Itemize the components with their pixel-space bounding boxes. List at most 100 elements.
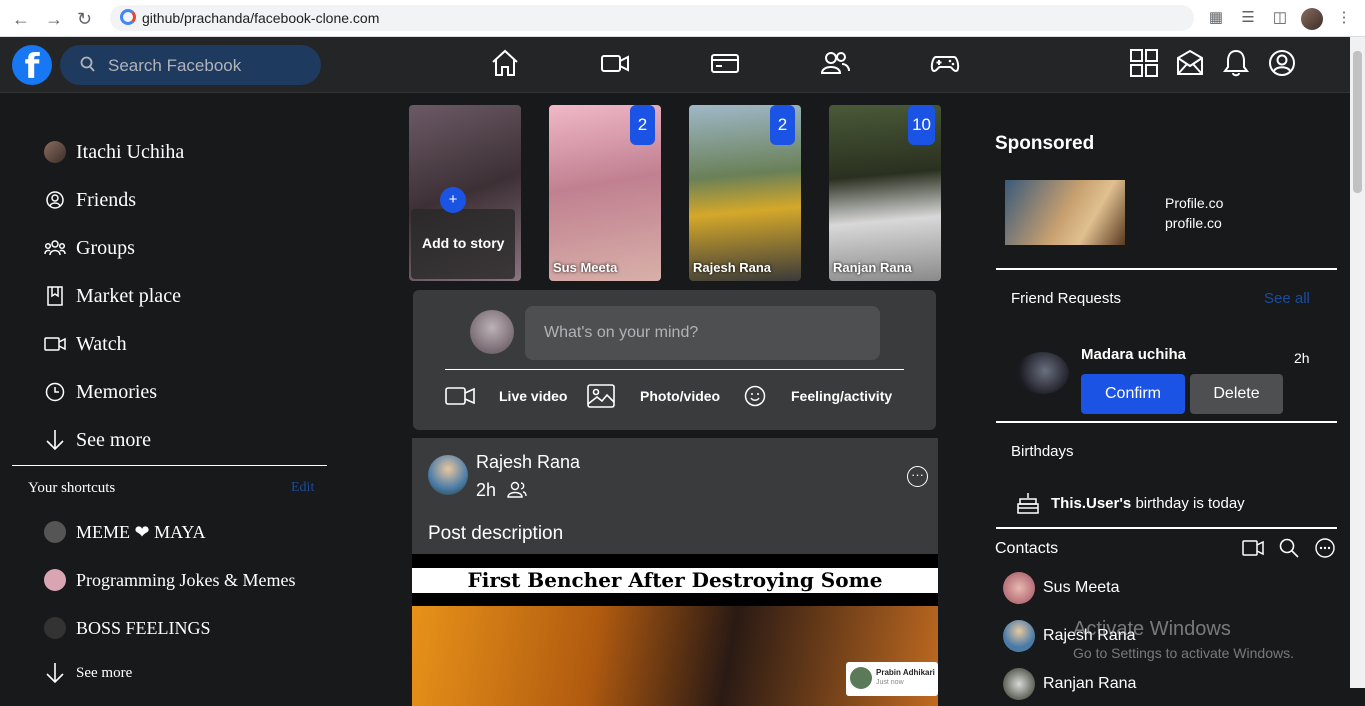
forward-icon[interactable]: → xyxy=(45,9,63,30)
feeling-button[interactable]: Feeling/activity xyxy=(744,383,892,409)
friends-icon[interactable] xyxy=(820,49,850,77)
video-icon xyxy=(445,387,475,405)
see-all-link[interactable]: See all xyxy=(1264,290,1310,307)
sidebar-item-see-more[interactable]: See more xyxy=(44,425,151,455)
post-description: Post description xyxy=(428,523,564,544)
google-icon xyxy=(120,9,136,25)
new-room-icon[interactable] xyxy=(1242,540,1264,556)
live-video-button[interactable]: Live video xyxy=(445,383,567,409)
tag-sub: Just now xyxy=(876,679,904,686)
sidebar-item-label: Groups xyxy=(76,236,135,259)
sidebar-item-groups[interactable]: Groups xyxy=(44,233,135,263)
sidebar-item-friends[interactable]: Friends xyxy=(44,185,136,215)
birthday-text: This.User's birthday is today xyxy=(1051,495,1245,512)
notifications-icon[interactable] xyxy=(1223,49,1249,77)
see-more-label: See more xyxy=(76,664,133,681)
requester-avatar[interactable] xyxy=(1016,352,1069,394)
tag-avatar xyxy=(850,667,872,689)
meme-user-tag: Prabin Adhikari Just now xyxy=(846,662,938,696)
contact-name: Sus Meeta xyxy=(1043,579,1120,596)
story-card[interactable]: 10 Ranjan Rana xyxy=(829,105,941,281)
account-icon[interactable] xyxy=(1268,49,1296,77)
birthday-name[interactable]: This.User's xyxy=(1051,495,1131,512)
shortcuts-see-more[interactable]: See more xyxy=(44,658,132,688)
sidebar-item-memories[interactable]: Memories xyxy=(44,377,157,407)
marketplace-icon[interactable] xyxy=(710,49,740,77)
gaming-icon[interactable] xyxy=(930,49,960,77)
home-icon[interactable] xyxy=(490,49,520,77)
post-image[interactable]: First Bencher After Destroying Some Buil… xyxy=(412,554,938,706)
contact-item[interactable]: Ranjan Rana xyxy=(1003,668,1136,700)
live-video-label: Live video xyxy=(499,388,568,404)
story-card[interactable]: 2 Sus Meeta xyxy=(549,105,661,281)
sidebar-item-marketplace[interactable]: Market place xyxy=(44,281,181,311)
menu-icon[interactable]: ⋮ xyxy=(1336,10,1352,26)
arrow-down-icon xyxy=(44,662,66,684)
watermark-subtitle: Go to Settings to activate Windows. xyxy=(1073,645,1294,661)
photo-video-button[interactable]: Photo/video xyxy=(587,383,720,409)
search-icon[interactable] xyxy=(1279,538,1299,558)
page-scrollbar[interactable] xyxy=(1350,37,1365,688)
photo-icon xyxy=(587,384,615,408)
messages-icon[interactable] xyxy=(1176,49,1204,77)
facebook-logo[interactable]: f xyxy=(12,45,52,87)
sidepanel-icon[interactable]: ◫ xyxy=(1272,10,1288,26)
contact-avatar xyxy=(1003,620,1035,652)
clock-icon xyxy=(44,381,66,403)
requester-name[interactable]: Madara uchiha xyxy=(1081,346,1186,363)
post-composer: What's on your mind? Live video Photo/vi… xyxy=(413,290,936,430)
right-divider xyxy=(996,527,1337,529)
post-author-name[interactable]: Rajesh Rana xyxy=(476,452,580,473)
back-icon[interactable]: ← xyxy=(12,9,30,30)
more-options-icon[interactable] xyxy=(1315,538,1335,558)
tag-name: Prabin Adhikari xyxy=(876,668,935,677)
sidebar-item-label: Watch xyxy=(76,332,127,355)
add-story-card[interactable]: + Add to story xyxy=(409,105,521,281)
video-icon xyxy=(44,333,66,355)
sidebar-item-profile[interactable]: Itachi Uchiha xyxy=(44,137,184,167)
shortcut-label: MEME ❤ MAYA xyxy=(76,521,206,542)
address-bar[interactable]: github/prachanda/facebook-clone.com xyxy=(110,5,1194,31)
status-input[interactable]: What's on your mind? xyxy=(525,306,880,360)
sidebar-item-label: Market place xyxy=(76,284,181,307)
birthdays-title: Birthdays xyxy=(1011,443,1074,460)
add-story-plus-icon[interactable]: + xyxy=(440,187,466,213)
sidebar-item-label: Friends xyxy=(76,188,136,211)
sponsor-name[interactable]: Profile.co xyxy=(1165,195,1223,211)
post-author-avatar[interactable] xyxy=(428,455,468,495)
video-icon[interactable] xyxy=(600,49,630,77)
sidebar-item-label: Memories xyxy=(76,380,158,403)
profile-avatar[interactable] xyxy=(1301,8,1323,30)
contact-item[interactable]: Sus Meeta xyxy=(1003,572,1119,604)
shortcut-avatar xyxy=(44,617,66,639)
search-input[interactable]: Search Facebook xyxy=(60,45,321,85)
more-options-icon[interactable]: ··· xyxy=(907,466,928,487)
shortcut-label: BOSS FEELINGS xyxy=(76,617,211,638)
user-circle-icon xyxy=(44,189,66,211)
story-name: Sus Meeta xyxy=(553,260,618,275)
photo-video-label: Photo/video xyxy=(640,388,721,404)
edit-shortcuts-link[interactable]: Edit xyxy=(291,480,314,496)
media-icon[interactable]: ☰ xyxy=(1240,10,1256,26)
sponsor-url[interactable]: profile.co xyxy=(1165,215,1222,231)
confirm-button[interactable]: Confirm xyxy=(1081,374,1185,414)
contact-name: Ranjan Rana xyxy=(1043,675,1137,692)
post-time: 2h xyxy=(476,480,527,501)
extensions-icon[interactable]: ▦ xyxy=(1208,10,1224,26)
menu-grid-icon[interactable] xyxy=(1130,49,1158,77)
shortcut-label: Programming Jokes & Memes xyxy=(76,569,296,590)
url-text[interactable]: github/prachanda/facebook-clone.com xyxy=(142,10,379,26)
sidebar-item-label: See more xyxy=(76,428,151,451)
reload-icon[interactable]: ↻ xyxy=(77,9,92,30)
scrollbar-thumb[interactable] xyxy=(1353,51,1362,193)
shortcut-item[interactable]: Programming Jokes & Memes xyxy=(44,565,295,595)
friends-audience-icon xyxy=(507,481,527,498)
shortcut-avatar xyxy=(44,521,66,543)
story-count-badge: 2 xyxy=(770,105,795,145)
sponsor-image[interactable] xyxy=(1005,180,1125,245)
shortcut-item[interactable]: BOSS FEELINGS xyxy=(44,613,211,643)
shortcut-item[interactable]: MEME ❤ MAYA xyxy=(44,517,205,547)
sidebar-item-watch[interactable]: Watch xyxy=(44,329,127,359)
delete-button[interactable]: Delete xyxy=(1190,374,1283,414)
story-card[interactable]: 2 Rajesh Rana xyxy=(689,105,801,281)
